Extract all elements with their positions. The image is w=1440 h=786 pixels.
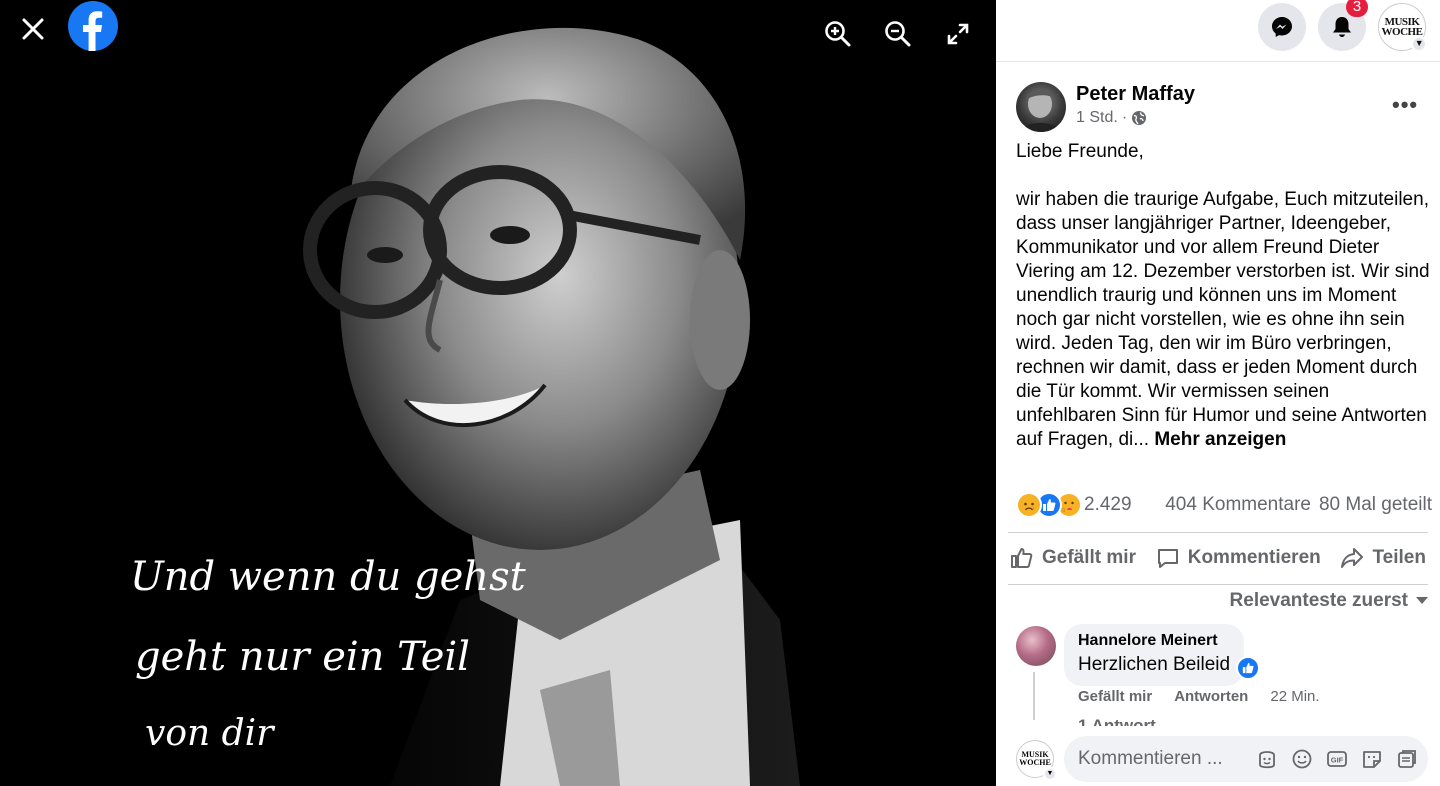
comment-actions: Gefällt mir Antworten 22 Min.: [1078, 688, 1320, 705]
zoom-out-icon: [885, 21, 911, 47]
like-label: Gefällt mir: [1042, 547, 1136, 568]
fullscreen-button[interactable]: [940, 16, 976, 52]
post-panel: 3 MUSIK WOCHE ▼ Peter Maffay 1 Std. · ••…: [996, 0, 1440, 786]
emoji-icon: [1292, 749, 1311, 769]
thumbs-up-icon: [1011, 548, 1033, 568]
close-icon: [22, 18, 44, 40]
facebook-logo-icon: [68, 1, 118, 51]
notification-badge: 3: [1346, 0, 1368, 17]
emoji-button[interactable]: [1290, 748, 1313, 771]
see-more-link[interactable]: Mehr anzeigen: [1154, 429, 1286, 450]
commenter-avatar[interactable]: [1016, 626, 1056, 666]
author-avatar[interactable]: [1016, 82, 1066, 132]
reaction-count[interactable]: 2.429: [1084, 494, 1132, 516]
photo-viewer: Und wenn du gehst geht nur ein Teil von …: [0, 0, 996, 786]
bell-icon: [1333, 17, 1351, 37]
globe-icon: [1132, 111, 1147, 125]
zoom-in-button[interactable]: [820, 16, 856, 52]
svg-text:GIF: GIF: [1330, 756, 1343, 765]
notifications-button[interactable]: 3: [1318, 0, 1368, 51]
sticker-button[interactable]: [1360, 748, 1383, 771]
share-icon: [1341, 548, 1364, 568]
divider: [1008, 532, 1428, 533]
sticker-icon: [1362, 751, 1381, 768]
post-time[interactable]: 1 Std.: [1076, 109, 1118, 127]
comment-reply-link[interactable]: Antworten: [1174, 688, 1248, 705]
divider: [1008, 584, 1428, 585]
sticker-pack-icon: [1397, 750, 1416, 768]
like-button[interactable]: Gefällt mir: [1008, 546, 1138, 570]
author-photo: [1020, 89, 1062, 132]
comment-composer[interactable]: GIF: [1064, 736, 1428, 782]
post-body: Liebe Freunde, wir haben die traurige Au…: [1016, 140, 1432, 452]
comment-button[interactable]: Kommentieren: [1154, 546, 1323, 570]
comment-composer-bar: MUSIK WOCHE ▼ GIF: [996, 728, 1440, 786]
meta-separator: ·: [1121, 109, 1128, 126]
self-logo-line2: WOCHE: [1019, 758, 1051, 767]
post-meta: 1 Std. ·: [1076, 109, 1147, 127]
sad-reaction-icon: [1016, 492, 1042, 518]
gif-icon: GIF: [1326, 751, 1347, 767]
thread-line: [1033, 672, 1035, 720]
expand-icon: [947, 23, 969, 45]
chevron-down-icon: ▼: [1043, 767, 1057, 781]
comment-label: Kommentieren: [1187, 547, 1321, 568]
zoom-out-button[interactable]: [880, 16, 916, 52]
comment-count[interactable]: 404 Kommentare: [1165, 494, 1311, 516]
post-actions: Gefällt mir Kommentieren Teilen: [1008, 534, 1428, 582]
comment-bubble: Hannelore Meinert Herzlichen Beileid: [1064, 624, 1245, 686]
comment-like-reaction-icon[interactable]: [1236, 656, 1260, 680]
chevron-down-icon: ▼: [1411, 36, 1427, 52]
comment-icon: [1157, 549, 1178, 568]
post-greeting: Liebe Freunde,: [1016, 141, 1144, 162]
handwriting-line-1: Und wenn du gehst: [130, 554, 527, 600]
avatar-sticker-icon: [1258, 751, 1275, 769]
zoom-in-icon: [825, 21, 851, 47]
caret-down-icon: [1416, 597, 1428, 604]
post-text: wir haben die traurige Aufgabe, Euch mit…: [1016, 189, 1430, 450]
avatar-sticker-button[interactable]: [1255, 748, 1278, 771]
comment-text: Herzlichen Beileid: [1078, 654, 1231, 675]
account-menu-button[interactable]: MUSIK WOCHE ▼: [1378, 3, 1427, 52]
author-name[interactable]: Peter Maffay: [1076, 83, 1195, 106]
comment-like-link[interactable]: Gefällt mir: [1078, 688, 1152, 705]
messenger-icon: [1272, 17, 1292, 37]
messenger-button[interactable]: [1258, 3, 1306, 51]
share-count[interactable]: 80 Mal geteilt: [1319, 494, 1432, 516]
share-label: Teilen: [1372, 547, 1426, 568]
reaction-icons[interactable]: [1016, 492, 1082, 518]
comment-input[interactable]: [1078, 748, 1248, 770]
more-options-button[interactable]: •••: [1392, 92, 1418, 118]
handwriting-line-2: geht nur ein Teil: [135, 634, 470, 680]
portrait-photo: Und wenn du gehst geht nur ein Teil von …: [0, 0, 996, 786]
replies-label: 1 Antwort: [1078, 716, 1156, 726]
top-navigation: 3 MUSIK WOCHE ▼: [996, 0, 1440, 62]
reactions-summary: 2.429 404 Kommentare 80 Mal geteilt: [1016, 490, 1432, 520]
comment-sort-dropdown[interactable]: Relevanteste zuerst: [1230, 590, 1428, 612]
gif-button[interactable]: GIF: [1325, 748, 1348, 771]
more-attachments-button[interactable]: [1395, 748, 1418, 771]
view-replies-link[interactable]: 1 Antwort: [1078, 716, 1156, 726]
facebook-home-link[interactable]: [68, 1, 118, 51]
commenter-name[interactable]: Hannelore Meinert: [1078, 632, 1230, 650]
comment-time[interactable]: 22 Min.: [1270, 688, 1319, 705]
sort-label: Relevanteste zuerst: [1229, 590, 1408, 611]
close-button[interactable]: [14, 10, 52, 48]
self-avatar[interactable]: MUSIK WOCHE ▼: [1016, 740, 1057, 781]
share-button[interactable]: Teilen: [1338, 546, 1428, 570]
handwriting-line-3: von dir: [145, 713, 275, 754]
